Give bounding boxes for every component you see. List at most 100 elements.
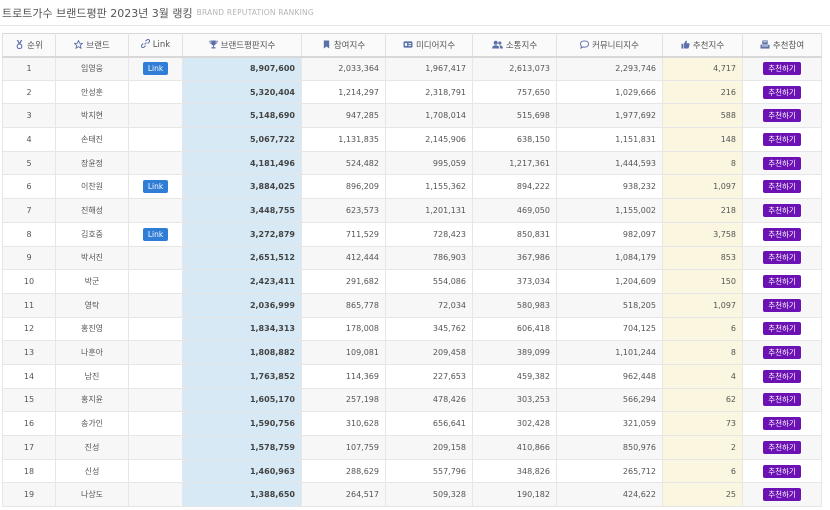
brand-name-cell: 나훈아 xyxy=(55,340,129,365)
media-cell: 1,967,417 xyxy=(385,56,473,81)
community-cell: 321,059 xyxy=(556,411,663,436)
media-cell: 656,641 xyxy=(385,411,473,436)
vote-cell: 추천하기 xyxy=(742,174,822,200)
recommend-button[interactable]: 추천하기 xyxy=(763,180,801,194)
recommend-button[interactable]: 추천하기 xyxy=(763,85,801,99)
recommend-button[interactable]: 추천하기 xyxy=(763,369,801,383)
community-cell: 518,205 xyxy=(556,292,663,318)
brand-name-cell: 손태진 xyxy=(55,127,129,152)
header-rank[interactable]: 순위 xyxy=(2,33,56,58)
header-label: 순위 xyxy=(27,40,43,51)
participation-cell: 257,198 xyxy=(301,387,386,413)
community-cell: 982,097 xyxy=(556,221,663,247)
recommend-button[interactable]: 추천하기 xyxy=(763,417,801,431)
brand-index-cell: 8,907,600 xyxy=(182,56,302,81)
recommend-button[interactable]: 추천하기 xyxy=(763,322,801,336)
recommend-button[interactable]: 추천하기 xyxy=(763,275,801,289)
link-cell: Link xyxy=(128,56,183,81)
header-vote[interactable]: 추천참여 xyxy=(742,33,822,58)
vote-cell: 추천하기 xyxy=(742,316,822,342)
link-button[interactable]: Link xyxy=(142,62,169,76)
brand-name-cell: 박군 xyxy=(55,269,129,294)
link-cell xyxy=(128,363,183,389)
communication-cell: 850,831 xyxy=(472,221,557,247)
header-label: 브랜드평판지수 xyxy=(220,40,276,51)
brand-index-cell: 3,884,025 xyxy=(182,174,302,200)
rank-cell: 19 xyxy=(2,482,56,508)
recommend-cell: 4 xyxy=(662,363,743,389)
media-cell: 554,086 xyxy=(385,269,473,294)
recommend-cell: 853 xyxy=(662,245,743,271)
community-cell: 938,232 xyxy=(556,174,663,200)
recommend-button[interactable]: 추천하기 xyxy=(763,464,801,478)
link-cell xyxy=(128,458,183,484)
recommend-button[interactable]: 추천하기 xyxy=(763,227,801,241)
vote-cell: 추천하기 xyxy=(742,127,822,152)
header-brand[interactable]: 브랜드 xyxy=(55,33,129,58)
vote-cell: 추천하기 xyxy=(742,387,822,413)
recommend-button[interactable]: 추천하기 xyxy=(763,156,801,170)
media-cell: 209,158 xyxy=(385,435,473,460)
rank-cell: 16 xyxy=(2,411,56,436)
participation-cell: 291,682 xyxy=(301,269,386,294)
community-cell: 962,448 xyxy=(556,363,663,389)
header-link[interactable]: Link xyxy=(128,33,183,58)
media-icon xyxy=(403,40,413,49)
brand-name-cell: 나상도 xyxy=(55,482,129,508)
link-cell xyxy=(128,269,183,294)
header-label: 참여지수 xyxy=(333,40,366,51)
recommend-cell: 62 xyxy=(662,387,743,413)
recommend-button[interactable]: 추천하기 xyxy=(763,298,801,312)
recommend-cell: 6 xyxy=(662,458,743,484)
communication-cell: 638,150 xyxy=(472,127,557,152)
link-icon xyxy=(140,39,150,49)
recommend-cell: 4,717 xyxy=(662,56,743,81)
users-icon xyxy=(491,40,503,49)
recommend-button[interactable]: 추천하기 xyxy=(763,132,801,146)
table-row: 15 홍지윤 1,605,170 257,198 478,426 303,253 566,2… xyxy=(2,387,822,413)
brand-name-cell: 박지현 xyxy=(55,103,129,129)
brand-name-cell: 진해성 xyxy=(55,198,129,223)
link-cell xyxy=(128,150,183,176)
link-cell xyxy=(128,103,183,129)
table-row: 10 박군 2,423,411 291,682 554,086 373,034 1,204,… xyxy=(2,269,822,294)
community-cell: 1,029,666 xyxy=(556,79,663,105)
media-cell: 786,903 xyxy=(385,245,473,271)
header-label: 커뮤니티지수 xyxy=(592,40,639,51)
recommend-button[interactable]: 추천하기 xyxy=(763,62,801,76)
recommend-button[interactable]: 추천하기 xyxy=(763,251,801,265)
communication-cell: 2,613,073 xyxy=(472,56,557,81)
header-media[interactable]: 미디어지수 xyxy=(385,33,473,58)
recommend-button[interactable]: 추천하기 xyxy=(763,488,801,502)
media-cell: 995,059 xyxy=(385,150,473,176)
table-row: 11 영탁 2,036,999 865,778 72,034 580,983 518,205… xyxy=(2,292,822,318)
communication-cell: 580,983 xyxy=(472,292,557,318)
participation-cell: 1,131,835 xyxy=(301,127,386,152)
link-cell xyxy=(128,482,183,508)
participation-cell: 114,369 xyxy=(301,363,386,389)
recommend-button[interactable]: 추천하기 xyxy=(763,393,801,407)
media-cell: 1,155,362 xyxy=(385,174,473,200)
header-community[interactable]: 커뮤니티지수 xyxy=(556,33,663,58)
table-row: 5 장윤정 4,181,496 524,482 995,059 1,217,361 1,44… xyxy=(2,150,822,176)
table-row: 19 나상도 1,388,650 264,517 509,328 190,182 424,6… xyxy=(2,482,822,508)
recommend-button[interactable]: 추천하기 xyxy=(763,203,801,217)
recommend-button[interactable]: 추천하기 xyxy=(763,440,801,454)
header-participation[interactable]: 참여지수 xyxy=(301,33,386,58)
table-body: 1 임영웅 Link 8,907,600 2,033,364 1,967,417 2,613… xyxy=(2,56,822,508)
link-cell xyxy=(128,245,183,271)
media-cell: 478,426 xyxy=(385,387,473,413)
recommend-button[interactable]: 추천하기 xyxy=(763,346,801,360)
vote-cell: 추천하기 xyxy=(742,435,822,460)
link-button[interactable]: Link xyxy=(142,227,169,241)
link-button[interactable]: Link xyxy=(142,180,169,194)
header-brand-index[interactable]: 브랜드평판지수 xyxy=(182,33,302,58)
thumbs-up-icon xyxy=(681,40,690,49)
header-recommend[interactable]: 추천지수 xyxy=(662,33,743,58)
vote-cell: 추천하기 xyxy=(742,269,822,294)
brand-name-cell: 홍진영 xyxy=(55,316,129,342)
brand-name-cell: 진성 xyxy=(55,435,129,460)
participation-cell: 2,033,364 xyxy=(301,56,386,81)
recommend-button[interactable]: 추천하기 xyxy=(763,109,801,123)
header-communication[interactable]: 소통지수 xyxy=(472,33,557,58)
